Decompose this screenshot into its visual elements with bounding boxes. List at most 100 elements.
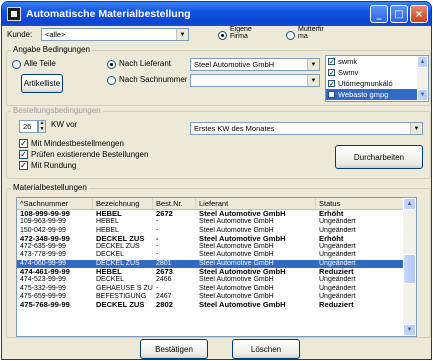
bestaetigen-button[interactable]: Bestätigen [140,339,208,359]
table-row[interactable]: 475-332-99-99 GEHÄEUSE S ZUS - Steel Automo… [17,285,416,293]
kw-spinner[interactable]: ▲ ▼ [38,120,46,133]
cell-status: Ungeändert [319,226,356,234]
cell-sachnummer: 474-461-99-99 [20,268,70,277]
material-grid[interactable]: ^Sachnummer Bezeichnung Best.Nr. Liefera… [16,197,417,337]
supplier-item[interactable]: ✓ Utómegmunkáló [326,78,418,89]
cell-status: Ungeändert [319,218,356,226]
column-header-lieferant[interactable]: Lieferant [196,198,316,209]
table-row[interactable]: 475-659-99-99 BEFESTIGUNG 2467 Steel Automo… [17,293,416,301]
scroll-down-icon[interactable]: ▼ [417,89,428,101]
cell-bezeichnung: DECKEL [96,251,125,259]
grid-scrollbar[interactable]: ▲ ▼ [403,198,416,336]
supplier-item[interactable]: ✓ Swmv [326,67,418,78]
cell-bezeichnung: HEBEL [96,218,119,226]
cell-bezeichnung: DECKEL ZUS [96,243,140,251]
minimize-button[interactable]: _ [370,5,388,23]
supplier-name: Utómegmunkáló [338,79,393,88]
cell-sachnummer: 474-523-99-99 [20,276,66,284]
table-row[interactable]: 475-768-99-99 DECKEL ZUS 2802 Steel Automot… [17,301,416,309]
kunde-select[interactable]: <alle> ▼ [41,28,189,41]
cell-sachnummer: 472-635-99-99 [20,243,66,251]
cell-bezeichnung: DECKEL [96,276,125,284]
sachnummer-select[interactable]: ▼ [190,74,320,87]
eigene-firma-label: Eigene Firma [230,26,252,40]
pruefen-checkbox[interactable]: ✓ [19,150,28,159]
cell-bezeichnung: DECKEL ZUS [96,301,145,310]
supplier-list[interactable]: ✓ swmk ✓ Swmv ✓ Utómegmunkáló ✓ Webasto gmpg ▲ … [325,55,429,102]
cell-bestnr: - [156,234,159,243]
table-row[interactable]: 472-348-99-99 DECKEL ZUS - Steel Automotive… [17,235,416,243]
artikelliste-button[interactable]: Artikelliste [21,74,63,93]
title-bar[interactable]: Automatische Materialbestellung _ □ × [2,2,431,26]
loeschen-button[interactable]: Löschen [232,339,300,359]
radio-nach-sachnummer[interactable] [107,76,116,85]
radio-nach-lieferant[interactable] [107,60,116,69]
cell-sachnummer: 473-778-99-99 [20,251,66,259]
maximize-button[interactable]: □ [390,5,408,23]
table-row[interactable]: 474-461-99-99 HEBEL 2673 Steel Automotive G… [17,268,416,276]
supplier-item[interactable]: ✓ swmk [326,56,418,67]
supplier-checkbox[interactable]: ✓ [328,80,335,88]
cell-bezeichnung: HEBEL [96,210,122,218]
supplier-name: Webasto gmpg [338,90,389,99]
scroll-thumb[interactable] [403,254,416,284]
cell-bestnr: - [156,251,159,259]
rundung-checkbox[interactable]: ✓ [19,161,28,170]
scroll-up-icon[interactable]: ▲ [417,56,428,68]
table-row[interactable]: 472-635-99-99 DECKEL ZUS - Steel Automotive… [17,243,416,251]
scroll-down-icon[interactable]: ▼ [403,324,416,336]
cell-bestnr: - [156,218,159,226]
chevron-down-icon[interactable]: ▼ [176,29,188,40]
durcharbeiten-button[interactable]: Durcharbeiten [335,145,423,169]
cell-lieferant: Steel Automotive GmbH [199,234,286,243]
cell-sachnummer: 475-332-99-99 [20,284,66,292]
radio-alle-teile[interactable] [12,60,21,69]
kw-spinner-value[interactable]: 26 [19,120,38,133]
lieferant-select[interactable]: Steel Automotive GmbH ▼ [190,58,320,71]
table-row[interactable]: 150-042-99-99 HEBEL - Steel Automotive GmbH… [17,227,416,235]
radio-eigene-firma[interactable] [218,31,227,40]
cell-status: Ungeändert [319,259,356,267]
cell-sachnummer: 109-963-99-99 [20,218,66,226]
supplier-name: swmk [338,57,358,66]
cell-lieferant: Steel Automotive GmbH [199,259,274,267]
column-header-status[interactable]: Status [316,198,404,209]
cell-sachnummer: 474-060-99-99 [20,259,66,267]
alle-teile-label: Alle Teile [24,59,56,68]
material-group-title: Materialbestellungen [11,183,89,192]
radio-mutterfirma[interactable] [286,31,295,40]
mindest-checkbox[interactable]: ✓ [19,139,28,148]
cell-status: Ungeändert [319,292,356,300]
close-button[interactable]: × [410,5,428,23]
cell-bestnr: - [156,226,159,234]
supplier-item[interactable]: ✓ Webasto gmpg [326,89,418,100]
cell-sachnummer: 150-042-99-99 [20,226,66,234]
cell-bestnr: 2673 [156,268,173,277]
chevron-down-icon[interactable]: ▼ [307,59,319,70]
mindest-label: Mit Mindestbestellmengen [31,139,124,148]
supplier-list-scrollbar[interactable]: ▲ ▼ [417,56,428,101]
mutterfirma-label: Mutterfir ma [298,26,324,40]
table-row[interactable]: 474-060-99-99 DECKEL ZUS 2801 Steel Automot… [17,259,416,269]
column-header-sachnummer[interactable]: ^Sachnummer [17,198,93,209]
cell-status: Erhöht [319,210,344,218]
chevron-down-icon[interactable]: ▼ [410,123,422,134]
cell-sachnummer: 475-768-99-99 [20,301,70,310]
scroll-up-icon[interactable]: ▲ [403,198,416,210]
table-row[interactable]: 109-963-99-99 HEBEL - Steel Automotive GmbH… [17,218,416,226]
table-row[interactable]: 108-999-99-99 HEBEL 2672 Steel Automotive G… [17,210,416,218]
column-header-bezeichnung[interactable]: Bezeichnung [93,198,153,209]
erstes-kw-select[interactable]: Erstes KW des Monates ▼ [190,122,423,135]
cell-lieferant: Steel Automotive GmbH [199,251,274,259]
window-title: Automatische Materialbestellung [26,8,191,20]
supplier-checkbox[interactable]: ✓ [328,69,335,77]
cell-lieferant: Steel Automotive GmbH [199,243,274,251]
cell-bezeichnung: BEFESTIGUNG [96,292,147,300]
supplier-checkbox[interactable]: ✓ [328,91,335,99]
cell-status: Ungeändert [319,276,356,284]
chevron-down-icon[interactable]: ▼ [307,75,319,86]
column-header-bestnr[interactable]: Best.Nr. [153,198,196,209]
supplier-checkbox[interactable]: ✓ [328,58,335,66]
table-row[interactable]: 473-778-99-99 DECKEL - Steel Automotive Gmb… [17,251,416,259]
table-row[interactable]: 474-523-99-99 DECKEL 2466 Steel Automotive … [17,276,416,284]
